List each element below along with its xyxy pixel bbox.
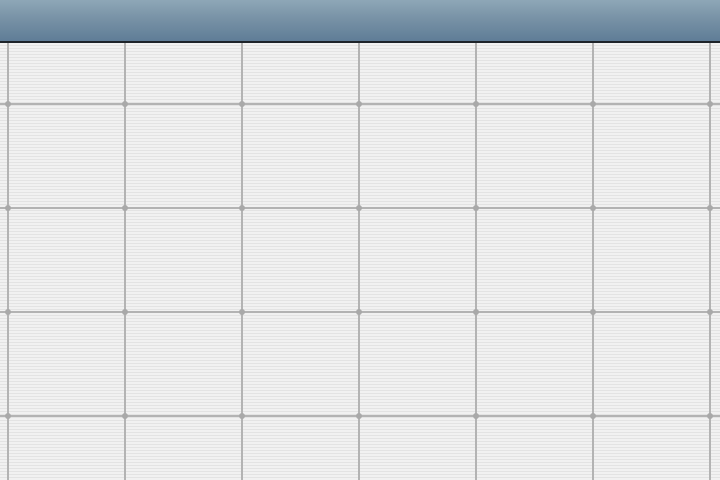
grid-node [356,309,362,315]
grid-node [122,205,128,211]
grid-canvas[interactable] [0,43,720,480]
grid-node [707,205,713,211]
grid-node [122,413,128,419]
grid-node [473,205,479,211]
grid-node [5,413,11,419]
grid-node [707,101,713,107]
grid-node [473,101,479,107]
grid-lines [0,43,720,480]
grid-node [239,309,245,315]
grid-node [590,413,596,419]
grid-node [590,309,596,315]
grid-node [5,101,11,107]
grid-node [5,309,11,315]
title-bar [0,0,720,43]
grid-node [707,309,713,315]
grid-node [356,413,362,419]
grid-node [356,205,362,211]
grid-node [122,101,128,107]
grid-node [473,413,479,419]
grid-node [239,413,245,419]
grid-node [239,205,245,211]
grid-node [590,205,596,211]
grid-node [5,205,11,211]
grid-node [590,101,596,107]
app-screen [0,0,720,480]
grid-node [356,101,362,107]
grid-node [473,309,479,315]
grid-node [239,101,245,107]
grid-node [122,309,128,315]
grid-node [707,413,713,419]
